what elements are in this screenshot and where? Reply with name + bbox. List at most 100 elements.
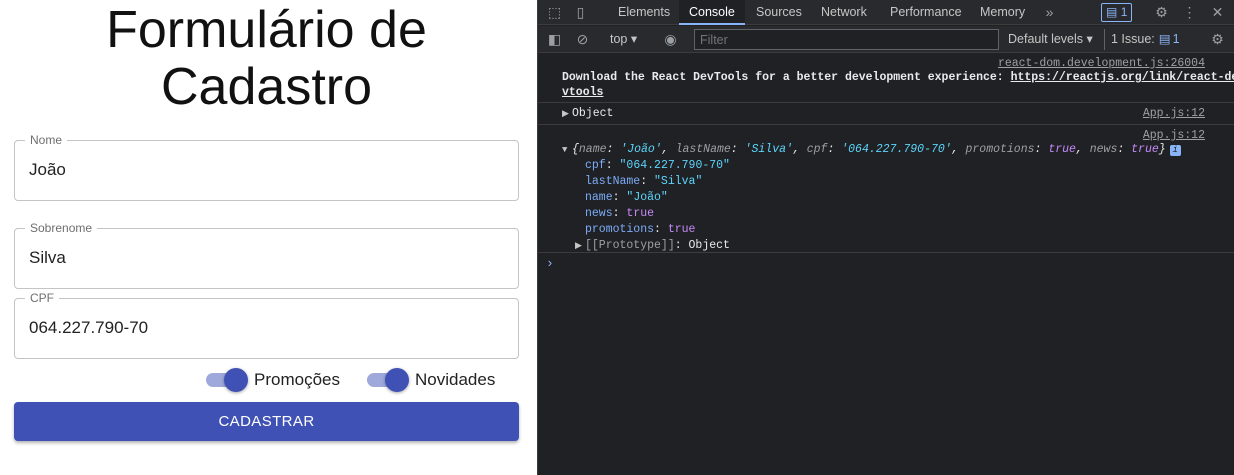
preview-sep: : xyxy=(1117,143,1132,156)
property-sep: : xyxy=(654,223,668,236)
console-toolbar: ◧ ⊘ top ▾ ◉ Default levels ▾ 1 Issue:▤1 … xyxy=(538,26,1234,53)
register-button[interactable]: CADASTRAR xyxy=(14,402,519,441)
news-switch-label[interactable]: Novidades xyxy=(415,370,495,390)
message-text: Download the React DevTools for a better… xyxy=(562,71,1234,84)
property-sep: : xyxy=(674,239,689,252)
object-preview[interactable]: ▼ {name: 'João', lastName: 'Silva', cpf: … xyxy=(562,143,1181,156)
close-icon[interactable]: ✕ xyxy=(1209,4,1226,21)
preview-sep: , xyxy=(792,143,807,156)
promotions-switch-thumb[interactable] xyxy=(224,368,248,392)
preview-val-news: true xyxy=(1131,143,1159,156)
prototype-row[interactable]: ▶ [[Prototype]]: Object xyxy=(575,239,730,252)
log-levels-dropdown[interactable]: Default levels ▾ xyxy=(1008,31,1093,46)
property-value: "João" xyxy=(626,191,668,204)
prototype-value: Object xyxy=(688,239,730,252)
tab-performance[interactable]: Performance xyxy=(880,0,972,25)
sidebar-toggle-icon[interactable]: ◧ xyxy=(546,31,563,48)
tab-console[interactable]: Console xyxy=(679,0,745,25)
expand-triangle-icon: ▶ xyxy=(575,241,582,251)
inspect-element-icon[interactable]: ⬚ xyxy=(546,4,563,21)
registration-form-app: Formulário de Cadastro Nome Sobrenome CP… xyxy=(0,0,537,475)
preview-key-lastname: lastName xyxy=(675,143,731,156)
cpf-input[interactable] xyxy=(29,318,499,338)
issues-count: 1 xyxy=(1172,32,1180,46)
message-source-link[interactable]: App.js:12 xyxy=(1143,107,1205,120)
issues-label: 1 Issue: xyxy=(1111,32,1155,46)
devtools-link-continued[interactable]: vtools xyxy=(562,86,603,99)
lastname-field-label: Sobrenome xyxy=(25,221,98,235)
preview-sep: : xyxy=(827,143,842,156)
object-label: Object xyxy=(572,107,614,120)
page-title: Formulário de Cadastro xyxy=(106,1,427,116)
preview-sep: : xyxy=(1034,143,1049,156)
collapsed-object[interactable]: ▶ Object xyxy=(562,107,613,120)
property-sep: : xyxy=(612,207,627,220)
messages-count: 1 xyxy=(1120,5,1128,19)
object-property-row: name: "João" xyxy=(585,191,668,204)
devtools-panel: ⬚ ▯ Elements Console Sources Network Per… xyxy=(537,0,1234,475)
preview-key-name: name xyxy=(578,143,607,156)
lastname-field[interactable]: Sobrenome xyxy=(14,221,519,289)
object-property-row: lastName: "Silva" xyxy=(585,175,702,188)
devtools-link[interactable]: https://reactjs.org/link/react-de xyxy=(1011,71,1234,84)
name-input[interactable] xyxy=(29,160,499,180)
context-value: top xyxy=(610,32,628,46)
cpf-field[interactable]: CPF xyxy=(14,291,519,359)
property-sep: : xyxy=(640,175,655,188)
preview-sep: : xyxy=(606,143,621,156)
preview-val-lastname: 'Silva' xyxy=(744,143,793,156)
promotions-switch-label[interactable]: Promoções xyxy=(254,370,340,390)
name-field[interactable]: Nome xyxy=(14,133,519,201)
tab-network[interactable]: Network xyxy=(811,0,877,25)
collapse-triangle-icon: ▼ xyxy=(562,145,568,155)
promotions-switch-track[interactable] xyxy=(206,368,248,392)
expand-triangle-icon: ▶ xyxy=(562,109,569,119)
message-text-part: Download the React DevTools for a better… xyxy=(562,71,1011,84)
preview-sep: , xyxy=(661,143,676,156)
chevron-down-icon: ▾ xyxy=(1086,32,1093,46)
message-source-link[interactable]: react-dom.development.js:26004 xyxy=(998,57,1205,70)
tab-memory[interactable]: Memory xyxy=(970,0,1035,25)
promotions-switch[interactable]: Promoções xyxy=(206,368,340,392)
tab-sources[interactable]: Sources xyxy=(746,0,812,25)
filter-input[interactable] xyxy=(694,29,999,50)
property-key: cpf xyxy=(585,159,606,172)
preview-sep: , xyxy=(1075,143,1090,156)
message-icon: ▤ xyxy=(1106,5,1118,19)
preview-val-cpf: '064.227.790-70' xyxy=(841,143,952,156)
news-switch[interactable]: Novidades xyxy=(367,368,495,392)
property-value: "Silva" xyxy=(654,175,703,188)
news-switch-track[interactable] xyxy=(367,368,409,392)
console-prompt[interactable]: › xyxy=(538,253,1234,273)
context-selector[interactable]: top ▾ xyxy=(610,31,637,46)
news-switch-thumb[interactable] xyxy=(385,368,409,392)
lastname-input[interactable] xyxy=(29,248,499,268)
issues-counter[interactable]: 1 Issue: ▤ 1 xyxy=(1104,29,1186,50)
chevron-double-right-icon[interactable]: » xyxy=(1041,4,1058,21)
property-sep: : xyxy=(612,191,627,204)
clear-console-icon[interactable]: ⊘ xyxy=(574,31,591,48)
issues-icon: ▤ xyxy=(1158,32,1171,46)
message-source-link[interactable]: App.js:12 xyxy=(1143,129,1205,142)
preview-sep: , xyxy=(951,143,966,156)
more-vertical-icon[interactable]: ⋮ xyxy=(1181,4,1198,21)
messages-badge[interactable]: ▤ 1 xyxy=(1101,3,1133,22)
preview-key-cpf: cpf xyxy=(806,143,828,156)
property-key: lastName xyxy=(585,175,641,188)
preview-val-name: 'João' xyxy=(620,143,662,156)
prototype-key: [[Prototype]] xyxy=(585,239,675,252)
device-toolbar-icon[interactable]: ▯ xyxy=(572,4,589,21)
console-settings-gear-icon[interactable]: ⚙ xyxy=(1209,31,1226,48)
tab-elements[interactable]: Elements xyxy=(608,0,680,25)
property-value: true xyxy=(667,223,696,236)
object-property-row: cpf: "064.227.790-70" xyxy=(585,159,730,172)
eye-icon[interactable]: ◉ xyxy=(662,31,679,48)
info-icon[interactable]: i xyxy=(1169,145,1181,156)
property-key: promotions xyxy=(585,223,655,236)
log-levels-label: Default levels xyxy=(1008,32,1084,46)
property-sep: : xyxy=(605,159,620,172)
name-field-label: Nome xyxy=(25,133,68,147)
gear-icon[interactable]: ⚙ xyxy=(1153,4,1170,21)
property-key: news xyxy=(585,207,613,220)
property-value: "064.227.790-70" xyxy=(619,159,730,172)
